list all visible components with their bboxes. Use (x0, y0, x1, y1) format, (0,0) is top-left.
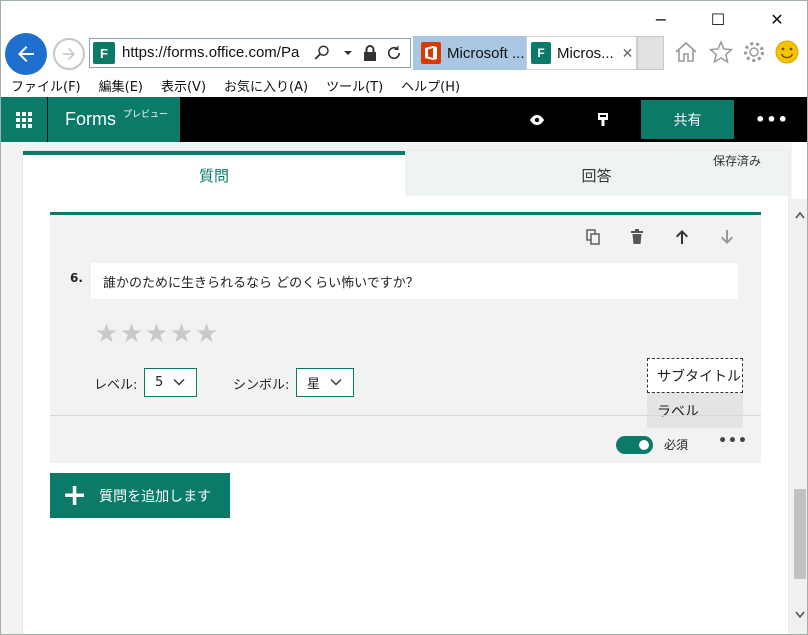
delete-question-icon[interactable] (626, 226, 648, 248)
rating-star-icon[interactable]: ★ (119, 319, 144, 349)
minimize-button[interactable]: − (646, 7, 676, 31)
close-window-button[interactable]: ✕ (762, 7, 792, 31)
menu-help[interactable]: ヘルプ(H) (401, 76, 460, 95)
saved-status: 保存済み (713, 154, 762, 168)
question-title-input[interactable]: 誰かのために生きられるなら どのくらい怖いですか？ (91, 263, 738, 299)
menu-bar: ファイル(F) 編集(E) 表示(V) お気に入り(A) ツール(T) ヘルプ(… (1, 73, 807, 97)
menu-item-subtitle[interactable]: サブタイトル (647, 358, 743, 393)
rating-stars: ★ ★ ★ ★ ★ (94, 319, 219, 349)
scrollbar-thumb[interactable] (794, 489, 806, 579)
smiley-icon[interactable] (772, 37, 802, 67)
home-icon[interactable] (671, 37, 701, 67)
forms-brand[interactable]: Forms プレビュー (48, 97, 180, 142)
lock-icon[interactable] (360, 43, 380, 63)
scroll-down-arrow-icon[interactable] (792, 607, 807, 623)
new-tab-button[interactable] (637, 36, 664, 70)
plus-icon: + (62, 477, 88, 513)
add-question-button[interactable]: + 質問を追加します (50, 473, 230, 518)
browser-tab-microsoft[interactable]: Microsoft ... (413, 36, 526, 70)
question-more-button[interactable]: ••• (718, 433, 747, 449)
back-button[interactable] (5, 33, 47, 75)
menu-edit[interactable]: 編集(E) (99, 76, 143, 95)
move-down-icon[interactable] (716, 226, 738, 248)
brand-name: Forms (65, 109, 116, 129)
menu-favorites[interactable]: お気に入り(A) (224, 76, 308, 95)
address-bar[interactable]: F https://forms.office.com/Pa (89, 38, 411, 68)
dropdown-arrow-icon[interactable] (338, 43, 358, 63)
close-tab-icon[interactable]: ✕ (622, 45, 634, 62)
required-label: 必須 (664, 438, 689, 452)
waffle-icon (16, 111, 32, 128)
menu-view[interactable]: 表示(V) (161, 76, 206, 95)
copy-question-icon[interactable] (582, 226, 604, 248)
forward-button[interactable] (53, 38, 85, 70)
preview-tag: プレビュー (123, 109, 169, 119)
rating-star-icon[interactable]: ★ (144, 319, 169, 349)
office-icon (421, 42, 441, 64)
menu-file[interactable]: ファイル(F) (11, 76, 81, 95)
address-url[interactable]: https://forms.office.com/Pa (122, 44, 304, 61)
add-question-label: 質問を追加します (99, 488, 212, 505)
maximize-button[interactable]: ☐ (703, 7, 733, 31)
symbol-value: 星 (307, 377, 321, 392)
more-options-button[interactable]: ••• (755, 106, 788, 132)
back-arrow-icon (18, 46, 34, 62)
scroll-up-arrow-icon[interactable] (792, 207, 807, 223)
question-divider (50, 415, 761, 416)
rating-star-icon[interactable]: ★ (94, 319, 119, 349)
forms-favicon-icon: F (93, 42, 115, 64)
forward-arrow-icon (63, 48, 75, 60)
browser-tab-forms[interactable]: F Micros... ✕ (526, 36, 637, 70)
preview-eye-icon[interactable] (525, 108, 549, 132)
symbol-label: シンボル: (233, 378, 290, 393)
move-up-icon[interactable] (671, 226, 693, 248)
tab-title: Microsoft ... (447, 44, 525, 62)
tab-questions[interactable]: 質問 (23, 151, 405, 196)
theme-brush-icon[interactable] (591, 108, 615, 132)
app-launcher-button[interactable] (1, 97, 47, 142)
question-number: 6. (70, 271, 83, 285)
rating-star-icon[interactable]: ★ (194, 319, 219, 349)
rating-star-icon[interactable]: ★ (169, 319, 194, 349)
required-toggle[interactable] (616, 436, 653, 454)
chevron-down-icon (173, 379, 185, 386)
menu-item-label[interactable]: ラベル (647, 393, 743, 428)
browser-window: − ☐ ✕ F https://forms.office.com/Pa Micr… (0, 0, 808, 635)
forms-header: Forms プレビュー 共有 ••• (1, 97, 807, 142)
favorites-star-icon[interactable] (706, 37, 736, 67)
refresh-icon[interactable] (384, 43, 404, 63)
forms-icon: F (531, 42, 551, 64)
chevron-down-icon (330, 379, 342, 386)
search-icon[interactable] (312, 43, 332, 63)
level-select[interactable]: 5 (144, 368, 197, 397)
symbol-select[interactable]: 星 (296, 368, 354, 397)
gear-icon[interactable] (739, 37, 769, 67)
menu-tools[interactable]: ツール(T) (326, 76, 383, 95)
share-button[interactable]: 共有 (641, 100, 734, 139)
level-label: レベル: (94, 378, 138, 393)
level-value: 5 (155, 375, 164, 390)
tab-title: Micros... (557, 44, 614, 62)
